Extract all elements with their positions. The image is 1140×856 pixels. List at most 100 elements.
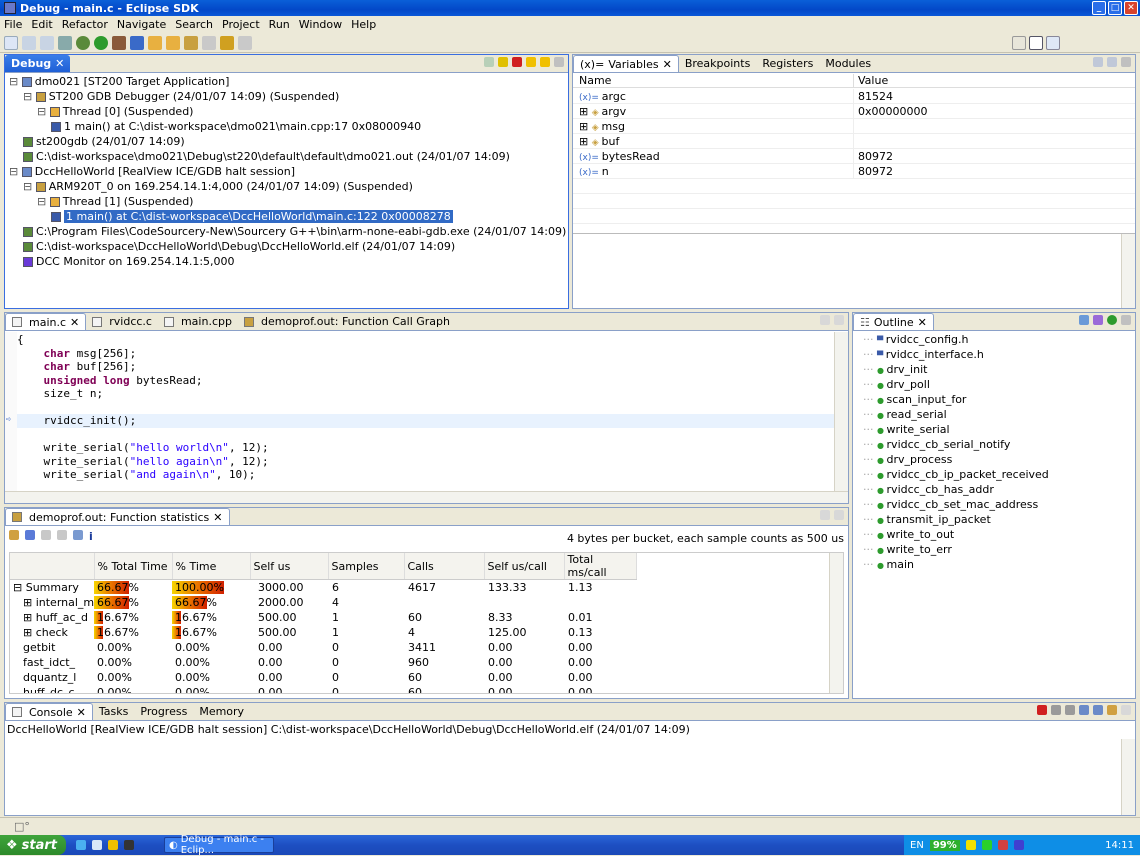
tab-memory[interactable]: Memory — [193, 703, 250, 720]
editor-vscroll[interactable] — [834, 332, 848, 491]
forward-icon[interactable] — [57, 530, 67, 540]
save-icon[interactable] — [22, 35, 36, 50]
new-icon[interactable] — [4, 35, 18, 50]
forward-icon[interactable] — [238, 35, 252, 50]
resume-icon[interactable] — [484, 57, 494, 67]
maximize-view-icon[interactable] — [834, 315, 844, 325]
detail-scrollbar[interactable] — [1121, 234, 1135, 308]
stats-row[interactable]: ⊞ check 16.67% 16.67% 500.00 1 4 125.00 0.13 — [10, 625, 836, 640]
outline-item[interactable]: ··· ● drv_init — [863, 362, 1131, 377]
menu-window[interactable]: Window — [299, 18, 342, 31]
tab-console[interactable]: Console ✕ — [5, 703, 93, 720]
tray-network-icon[interactable] — [981, 840, 992, 850]
open-type-icon[interactable] — [148, 35, 162, 50]
expand-toggle-icon[interactable]: ⊞ — [579, 120, 592, 133]
stats-column-header[interactable]: % Total Time — [94, 553, 173, 580]
tab-debug[interactable]: Debug ✕ — [5, 55, 71, 72]
taskbar-item-eclipse[interactable]: ◐ Debug - main.c - Eclip... — [164, 834, 274, 856]
tab-outline[interactable]: ☷ Outline ✕ — [853, 313, 934, 330]
stats-row[interactable]: fast_idct_ 0.00% 0.00% 0.00 0 960 0.00 0.00 — [10, 655, 836, 670]
minimize-view-icon[interactable] — [1121, 705, 1131, 715]
start-button[interactable]: ❖ start — [0, 835, 66, 855]
minimize-button[interactable]: _ — [1092, 1, 1106, 15]
outline-item[interactable]: ··· ● drv_poll — [863, 377, 1131, 392]
stats-column-header[interactable]: Self us — [250, 553, 329, 580]
outline-item[interactable]: ··· ▀ rvidcc_config.h — [863, 332, 1131, 347]
expand-toggle-icon[interactable]: ⊞ — [579, 135, 592, 148]
view-menu-icon[interactable] — [1121, 57, 1131, 67]
menu-file[interactable]: File — [4, 18, 22, 31]
stats-row[interactable]: getbit 0.00% 0.00% 0.00 0 3411 0.00 0.00 — [10, 640, 836, 655]
stats-row[interactable]: huff_dc_c 0.00% 0.00% 0.00 0 60 0.00 0.00 — [10, 685, 836, 694]
close-button[interactable]: ✕ — [1124, 1, 1138, 15]
tab-progress[interactable]: Progress — [134, 703, 193, 720]
suspend-icon[interactable] — [498, 57, 508, 67]
stats-column-header[interactable]: Samples — [328, 553, 405, 580]
tab-tasks[interactable]: Tasks — [93, 703, 134, 720]
editor-hscroll[interactable] — [5, 491, 848, 503]
save-all-icon[interactable] — [40, 35, 54, 50]
outline-item[interactable]: ··· ● write_to_err — [863, 542, 1131, 557]
stats-row[interactable]: ⊞ huff_ac_d 16.67% 16.67% 500.00 1 60 8.33 0.01 — [10, 610, 836, 625]
expand-toggle-icon[interactable]: ⊞ — [579, 105, 592, 118]
column-value[interactable]: Value — [854, 74, 888, 87]
next-annotation-icon[interactable] — [202, 35, 216, 50]
stats-row[interactable]: ⊞ internal_m 66.67% 66.67% 2000.00 4 — [10, 595, 836, 610]
show-type-icon[interactable] — [1093, 57, 1103, 67]
terminate-icon[interactable] — [512, 57, 522, 67]
cpp-perspective-icon[interactable] — [1046, 36, 1060, 50]
open-console-icon[interactable] — [1107, 705, 1117, 715]
menu-edit[interactable]: Edit — [31, 18, 52, 31]
outline-item[interactable]: ··· ● drv_process — [863, 452, 1131, 467]
outline-item[interactable]: ··· ● write_serial — [863, 422, 1131, 437]
tray-bluetooth-icon[interactable] — [1013, 840, 1024, 850]
view-menu-icon[interactable] — [1121, 315, 1131, 325]
expand-toggle-icon[interactable]: ⊞ — [23, 596, 36, 609]
stats-row[interactable]: ⊟ Summary 66.67% 100.00% 3000.00 6 4617 133.33… — [10, 580, 836, 595]
info-icon[interactable]: i — [89, 530, 93, 543]
debug-tree-item[interactable]: ⊟ DccHelloWorld [RealView ICE/GDB halt s… — [9, 164, 564, 179]
menu-project[interactable]: Project — [222, 18, 260, 31]
expand-toggle-icon[interactable]: ⊞ — [23, 611, 36, 624]
sort-icon[interactable] — [1079, 315, 1089, 325]
tab-breakpoints[interactable]: Breakpoints — [679, 55, 757, 72]
variable-detail-pane[interactable] — [573, 233, 1135, 308]
console-vscroll[interactable] — [1121, 739, 1135, 815]
battery-indicator[interactable]: 99% — [929, 839, 960, 851]
tab-variables[interactable]: (x)= Variables ✕ — [573, 55, 679, 72]
outline-item[interactable]: ··· ● read_serial — [863, 407, 1131, 422]
editor-tab[interactable]: main.cpp — [158, 313, 238, 330]
debug-tree-item[interactable]: ⊟ ST200 GDB Debugger (24/01/07 14:09) (S… — [9, 89, 564, 104]
debug-tree-item[interactable]: ⊟ Thread [0] (Suspended) — [9, 104, 564, 119]
tab-function-statistics[interactable]: demoprof.out: Function statistics ✕ — [5, 508, 230, 525]
column-name[interactable]: Name — [573, 74, 854, 87]
stats-column-header[interactable] — [10, 553, 95, 580]
back-icon[interactable] — [41, 530, 51, 540]
open-file-icon[interactable] — [9, 530, 19, 540]
outline-item[interactable]: ··· ● write_to_out — [863, 527, 1131, 542]
debug-tree-item[interactable]: 1 main() at C:\dist-workspace\DccHelloWo… — [9, 209, 564, 224]
outline-item[interactable]: ··· ● transmit_ip_packet — [863, 512, 1131, 527]
variable-row[interactable]: (x)= n 80972 — [573, 164, 1135, 179]
debug-tree-item[interactable]: C:\Program Files\CodeSourcery-New\Source… — [9, 224, 566, 239]
fast-view-icon[interactable]: □° — [14, 820, 30, 833]
step-over-icon[interactable] — [540, 57, 550, 67]
chart-icon[interactable] — [73, 530, 83, 540]
expand-toggle-icon[interactable]: ⊟ — [23, 180, 36, 193]
menu-search[interactable]: Search — [175, 18, 213, 31]
maximize-view-icon[interactable] — [834, 510, 844, 520]
scroll-lock-icon[interactable] — [1079, 705, 1089, 715]
tray-icon[interactable] — [965, 840, 976, 850]
outline-item[interactable]: ··· ● main — [863, 557, 1131, 572]
external-tools-icon[interactable] — [112, 35, 126, 50]
stats-vscroll[interactable] — [829, 553, 843, 693]
menu-refactor[interactable]: Refactor — [62, 18, 108, 31]
hide-static-icon[interactable] — [1107, 315, 1117, 325]
debug-tree-item[interactable]: 1 main() at C:\dist-workspace\dmo021\mai… — [9, 119, 564, 134]
expand-toggle-icon[interactable]: ⊟ — [9, 75, 22, 88]
editor-tab[interactable]: rvidcc.c — [86, 313, 158, 330]
outline-item[interactable]: ··· ● rvidcc_cb_set_mac_address — [863, 497, 1131, 512]
search-icon[interactable] — [184, 35, 198, 50]
debug-tree-item[interactable]: ⊟ Thread [1] (Suspended) — [9, 194, 564, 209]
print-icon[interactable] — [58, 35, 72, 50]
